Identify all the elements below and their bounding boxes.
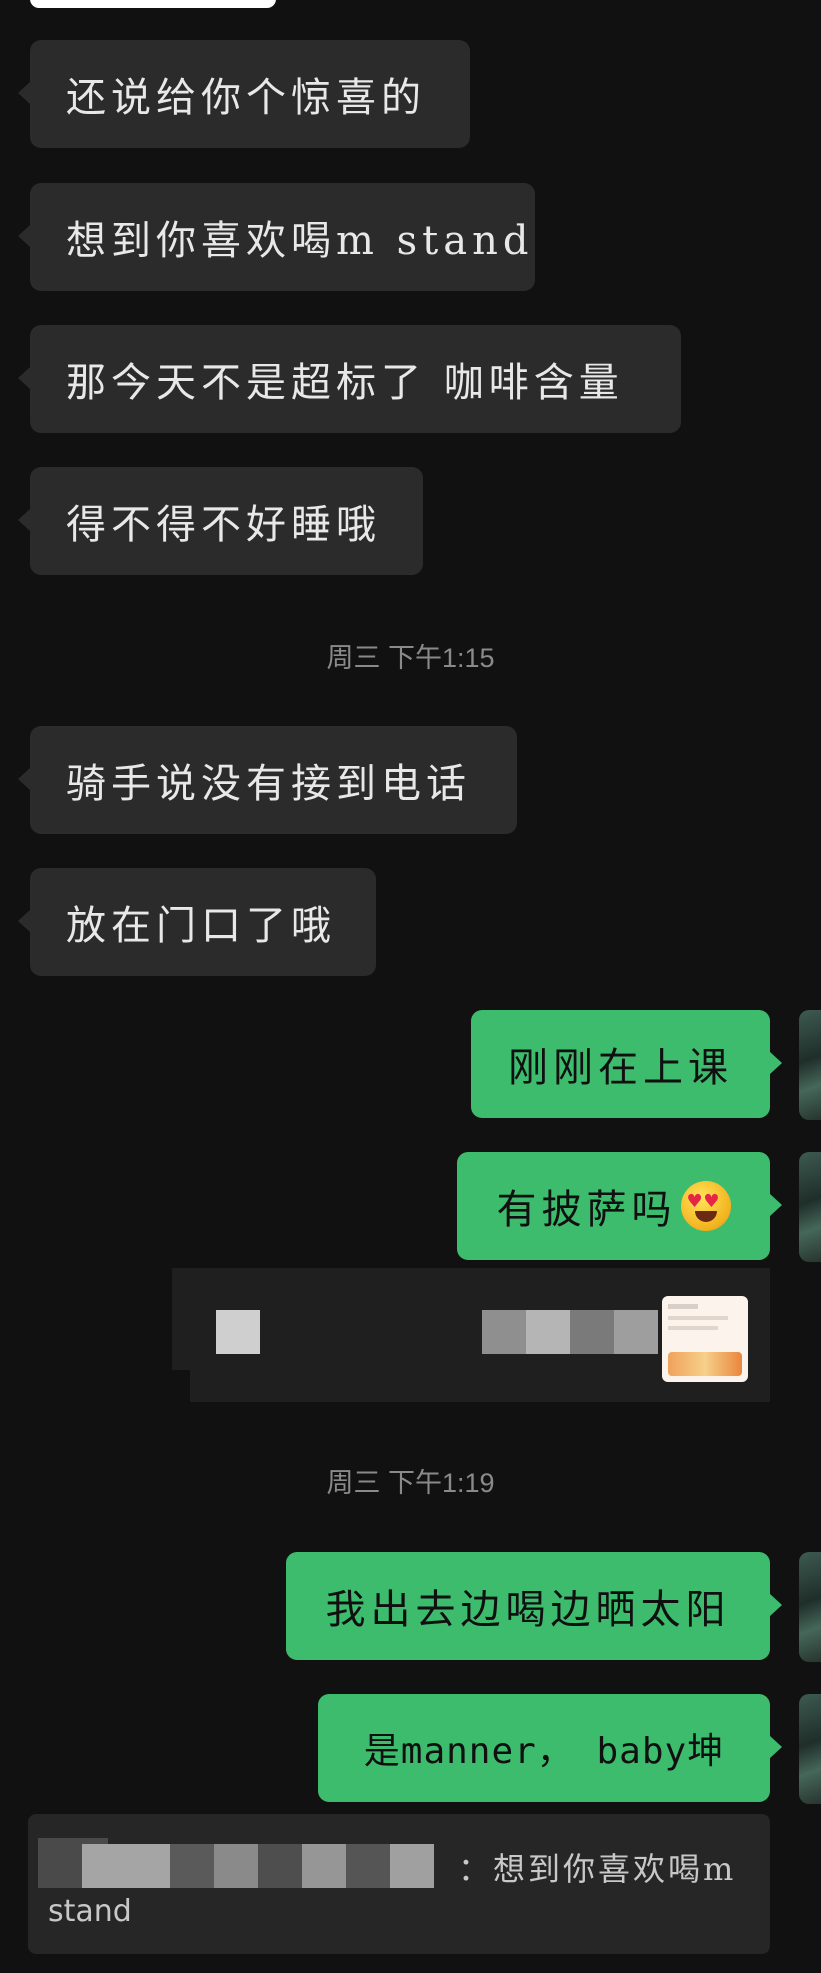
bubble-tail bbox=[18, 82, 30, 104]
redaction-pixel bbox=[216, 1310, 260, 1354]
message-bubble-outgoing[interactable]: 是manner， baby坤 bbox=[318, 1694, 770, 1802]
bubble-tail bbox=[770, 1194, 782, 1216]
self-avatar[interactable] bbox=[799, 1552, 821, 1662]
redaction-pixel bbox=[570, 1310, 614, 1354]
bubble-tail bbox=[770, 1594, 782, 1616]
message-bubble-outgoing[interactable]: 刚刚在上课 bbox=[471, 1010, 770, 1118]
bubble-tail bbox=[18, 367, 30, 389]
message-timestamp: 周三 下午1:15 bbox=[326, 643, 495, 673]
previous-message-edge bbox=[30, 0, 276, 8]
bubble-tail bbox=[18, 509, 30, 531]
message-bubble-incoming[interactable]: 还说给你个惊喜的 bbox=[30, 40, 470, 148]
emoji-mouth bbox=[694, 1211, 717, 1222]
thumbnail-line bbox=[668, 1326, 718, 1330]
redaction-pixel bbox=[390, 1844, 434, 1888]
bubble-tail bbox=[18, 225, 30, 247]
message-timestamp: 周三 下午1:19 bbox=[326, 1468, 495, 1498]
bubble-tail bbox=[18, 768, 30, 790]
redaction-pixel bbox=[614, 1310, 658, 1354]
bubble-tail bbox=[18, 910, 30, 932]
message-text: 有披萨吗 bbox=[496, 1187, 677, 1233]
message-bubble-incoming[interactable]: 想到你喜欢喝m stand bbox=[30, 183, 535, 291]
self-avatar[interactable] bbox=[799, 1010, 821, 1120]
bubble-tail bbox=[770, 1736, 782, 1758]
message-bubble-outgoing[interactable]: 有披萨吗 ♥ ♥ bbox=[457, 1152, 770, 1260]
thumbnail-food-banner bbox=[668, 1352, 742, 1376]
heart-icon: ♥ bbox=[703, 1191, 725, 1212]
redaction-pixel bbox=[214, 1844, 258, 1888]
self-avatar[interactable] bbox=[799, 1152, 821, 1262]
redaction-pixel bbox=[82, 1844, 170, 1888]
quoted-reply-preview[interactable]: ：想到你喜欢喝m stand bbox=[28, 1814, 770, 1954]
message-bubble-incoming[interactable]: 那今天不是超标了 咖啡含量 bbox=[30, 325, 681, 433]
bubble-tail bbox=[770, 1052, 782, 1074]
redaction-pixel bbox=[170, 1844, 214, 1888]
thumbnail-line bbox=[668, 1316, 728, 1320]
message-bubble-incoming[interactable]: 放在门口了哦 bbox=[30, 868, 376, 976]
redaction-pixel bbox=[482, 1310, 526, 1354]
message-bubble-incoming[interactable]: 骑手说没有接到电话 bbox=[30, 726, 517, 834]
thumbnail-line bbox=[668, 1304, 698, 1309]
redaction-pixel bbox=[346, 1844, 390, 1888]
redaction-pixel bbox=[258, 1844, 302, 1888]
quoted-text: ：想到你喜欢喝m bbox=[458, 1850, 737, 1888]
redaction-pixel bbox=[302, 1844, 346, 1888]
self-avatar[interactable] bbox=[799, 1694, 821, 1804]
link-thumbnail[interactable] bbox=[662, 1296, 748, 1382]
quoted-text-continued: stand bbox=[48, 1894, 132, 1929]
redaction-pixel bbox=[526, 1310, 570, 1354]
message-bubble-outgoing[interactable]: 我出去边喝边晒太阳 bbox=[286, 1552, 770, 1660]
message-bubble-incoming[interactable]: 得不得不好睡哦 bbox=[30, 467, 423, 575]
heart-eyes-emoji-icon: ♥ ♥ bbox=[680, 1181, 731, 1231]
